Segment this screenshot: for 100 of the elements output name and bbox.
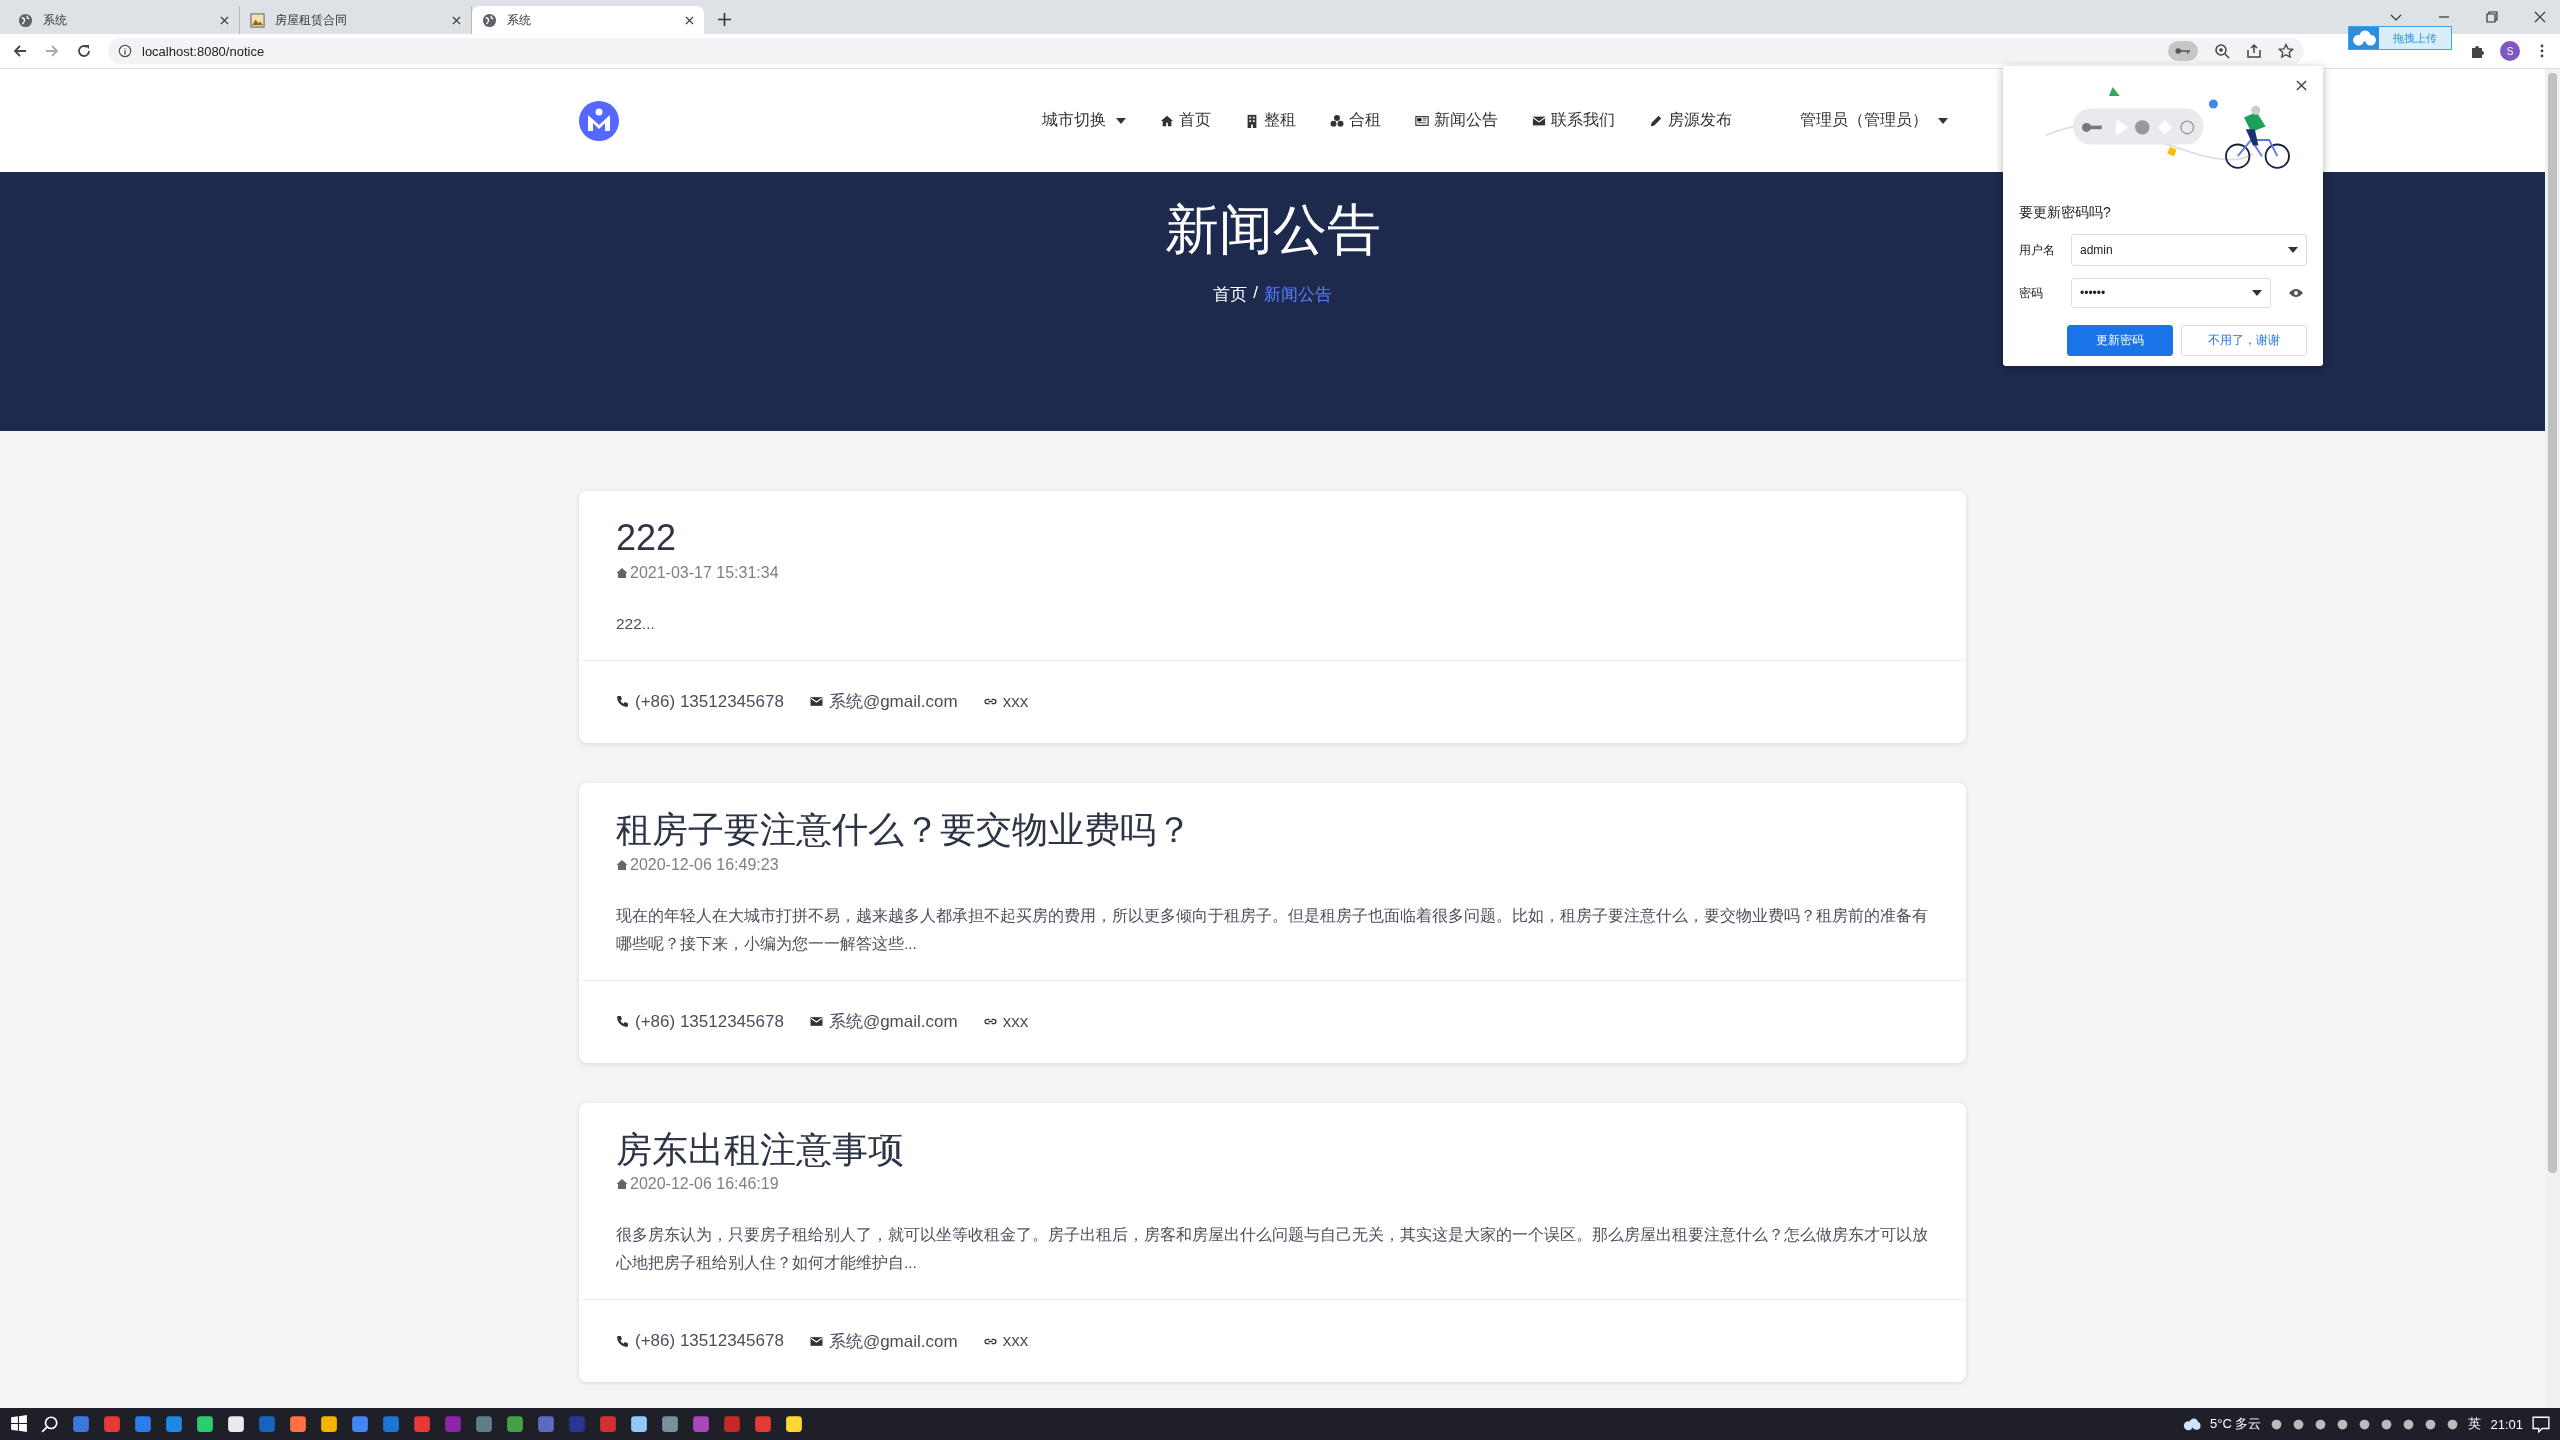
contact-phone: (+86) 13512345678 bbox=[635, 691, 784, 712]
popup-question: 要更新密码吗? bbox=[2019, 204, 2112, 222]
tray-icon[interactable] bbox=[2446, 1417, 2460, 1431]
pencil-icon bbox=[1649, 113, 1663, 128]
contact-link[interactable]: xxx bbox=[1002, 1011, 1029, 1032]
tray-icon[interactable] bbox=[2270, 1417, 2284, 1431]
contact-phone: (+86) 13512345678 bbox=[635, 1331, 784, 1352]
house-icon bbox=[616, 858, 628, 871]
update-password-button[interactable]: 更新密码 bbox=[2067, 325, 2173, 356]
close-icon[interactable] bbox=[685, 15, 694, 25]
caret-icon bbox=[1116, 117, 1126, 124]
notice-summary: 222... bbox=[616, 613, 656, 634]
nav-link[interactable]: 合租 bbox=[1330, 110, 1381, 131]
nav-link[interactable]: 新闻公告 bbox=[1415, 110, 1498, 131]
app-icon[interactable] bbox=[785, 1415, 803, 1433]
phone-icon bbox=[616, 1334, 629, 1348]
notice-date: 2021-03-17 15:31:34 bbox=[630, 563, 779, 582]
notification-icon[interactable] bbox=[2532, 1415, 2550, 1433]
puzzle-icon[interactable] bbox=[2470, 43, 2486, 59]
notice-title[interactable]: 租房子要注意什么？要交物业费吗？ bbox=[616, 806, 1929, 854]
cubes-icon bbox=[1330, 113, 1344, 128]
tray-icon[interactable] bbox=[2358, 1417, 2372, 1431]
nav-link[interactable]: 首页 bbox=[1160, 110, 1211, 131]
contact-link[interactable]: xxx bbox=[1002, 691, 1029, 712]
caret-icon[interactable] bbox=[2252, 290, 2262, 296]
close-icon[interactable] bbox=[2534, 11, 2546, 23]
profile-avatar[interactable]: S bbox=[2500, 41, 2520, 61]
app-icon[interactable] bbox=[196, 1415, 214, 1433]
tray-icon[interactable] bbox=[2402, 1417, 2416, 1431]
image-icon bbox=[250, 12, 265, 28]
nav-link[interactable]: 联系我们 bbox=[1532, 110, 1615, 131]
tray-icon[interactable] bbox=[2336, 1417, 2350, 1431]
contact-link[interactable]: xxx bbox=[1002, 1331, 1029, 1352]
mail-icon bbox=[809, 1334, 823, 1348]
close-icon[interactable] bbox=[2296, 80, 2307, 91]
input-method[interactable]: 英 bbox=[2468, 1415, 2482, 1433]
home-icon bbox=[1160, 113, 1174, 128]
contact-email: 系统@gmail.com bbox=[828, 1330, 958, 1353]
house-icon bbox=[616, 1178, 628, 1191]
key-icon bbox=[2175, 47, 2191, 55]
app-icon[interactable] bbox=[320, 1415, 338, 1433]
tray-icon[interactable] bbox=[2380, 1417, 2394, 1431]
building-icon bbox=[1245, 113, 1259, 128]
user-menu[interactable]: 管理员（管理员） bbox=[1800, 110, 1948, 131]
reload-icon[interactable] bbox=[76, 43, 92, 59]
contact-phone: (+86) 13512345678 bbox=[635, 1011, 784, 1032]
app-icon[interactable] bbox=[227, 1415, 245, 1433]
key-button[interactable] bbox=[2168, 41, 2198, 61]
tray-icon[interactable] bbox=[2424, 1417, 2438, 1431]
star-icon[interactable] bbox=[2278, 43, 2294, 59]
address-field[interactable]: localhost:8080/notice bbox=[108, 38, 2304, 64]
nav-link[interactable]: 房源发布 bbox=[1649, 110, 1732, 131]
nav-link[interactable]: 整租 bbox=[1245, 110, 1296, 131]
nav-link[interactable]: 城市切换 bbox=[1042, 110, 1126, 131]
notice-title[interactable]: 222 bbox=[616, 515, 1929, 562]
mail-icon bbox=[809, 695, 823, 709]
globe-icon bbox=[482, 12, 497, 28]
tray-icon[interactable] bbox=[2314, 1417, 2328, 1431]
globe-icon bbox=[18, 12, 33, 28]
caret-icon[interactable] bbox=[2288, 247, 2298, 253]
mail-icon bbox=[809, 1015, 823, 1029]
breadcrumb-separator: / bbox=[1253, 283, 1258, 304]
back-icon[interactable] bbox=[12, 43, 28, 59]
house-icon bbox=[616, 566, 628, 579]
breadcrumb-link[interactable]: 首页 bbox=[1213, 283, 1248, 306]
page-title: 新闻公告 bbox=[1164, 198, 1381, 261]
tray-icon[interactable] bbox=[2292, 1417, 2306, 1431]
phone-icon bbox=[616, 1015, 629, 1029]
password-field[interactable]: •••••• bbox=[2071, 278, 2271, 308]
eye-icon[interactable] bbox=[2289, 288, 2303, 298]
field-label: 密码 bbox=[2019, 284, 2044, 302]
contact-email: 系统@gmail.com bbox=[828, 1011, 958, 1034]
share-icon[interactable] bbox=[2246, 43, 2262, 59]
close-icon[interactable] bbox=[220, 15, 229, 25]
notice-date: 2020-12-06 16:49:23 bbox=[630, 855, 779, 874]
clock-time[interactable]: 21:01 bbox=[2490, 1416, 2523, 1432]
app-icon[interactable] bbox=[630, 1415, 648, 1433]
phone-icon bbox=[616, 695, 629, 709]
scrollbar[interactable] bbox=[2545, 69, 2560, 1408]
app-icon[interactable] bbox=[289, 1415, 307, 1433]
start-icon[interactable] bbox=[10, 1415, 28, 1433]
restore-icon[interactable] bbox=[2486, 11, 2498, 23]
field-label: 用户名 bbox=[2019, 241, 2056, 259]
weather-text[interactable]: 5°C 多云 bbox=[2210, 1415, 2262, 1433]
zoom-icon[interactable] bbox=[2214, 43, 2230, 59]
notice-summary: 很多房东认为，只要房子租给别人了，就可以坐等收租金了。房子出租后，房客和房屋出什么问题与自己无关，其实这是大家的一个误区。那么房屋出租要注意什么？怎么做房东才可以放心地把房子租给别人住？如何才能维护自... bbox=[616, 1225, 1929, 1274]
info-icon bbox=[118, 44, 132, 58]
notice-date: 2020-12-06 16:46:19 bbox=[630, 1175, 779, 1194]
new-tab-icon[interactable] bbox=[718, 13, 731, 26]
contact-email: 系统@gmail.com bbox=[828, 691, 958, 714]
search-icon[interactable] bbox=[41, 1415, 59, 1433]
username-field[interactable]: admin bbox=[2071, 234, 2307, 266]
breadcrumb-current: 新闻公告 bbox=[1263, 284, 1332, 306]
close-icon[interactable] bbox=[452, 15, 461, 25]
dismiss-button[interactable]: 不用了，谢谢 bbox=[2181, 325, 2307, 356]
newspaper-icon bbox=[1415, 113, 1429, 128]
notice-title[interactable]: 房东出租注意事项 bbox=[616, 1126, 1929, 1174]
browser-tab[interactable]: 系统 bbox=[472, 6, 704, 34]
logo-icon[interactable] bbox=[579, 100, 619, 141]
notice-summary: 现在的年轻人在大城市打拼不易，越来越多人都承担不起买房的费用，所以更多倾向于租房子。但是租房子也面临着很多问题。比如，租房子要注意什么，要交物业费吗？租房前的准备有哪些呢？接下来，小编为您一一解答这些... bbox=[616, 905, 1929, 954]
